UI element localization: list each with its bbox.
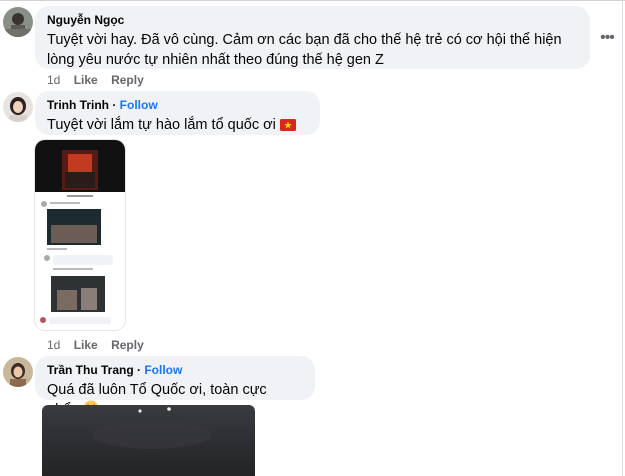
reply-button[interactable]: Reply — [111, 338, 144, 352]
avatar[interactable] — [3, 7, 33, 37]
like-button[interactable]: Like — [74, 73, 98, 87]
comment-bubble: Nguyễn Ngọc Tuyệt vời hay. Đã vô cùng. C… — [35, 6, 590, 69]
more-options-icon[interactable]: ••• — [599, 30, 615, 46]
comment-actions: 1d Like Reply — [47, 73, 154, 87]
vietnam-flag-icon — [279, 117, 296, 137]
comment-text: Tuyệt vời lắm tự hào lắm tổ quốc ơi — [47, 117, 276, 133]
comment-text: Tuyệt vời hay. Đã vô cùng. Cảm ơn các bạ… — [47, 32, 562, 68]
comment-author-line: Trinh Trinh · Follow — [47, 97, 308, 113]
comment-author[interactable]: Nguyễn Ngọc — [47, 12, 578, 28]
separator: · — [109, 98, 120, 112]
frame-right-border — [622, 0, 623, 476]
comment-author-line: Trần Thu Trang · Follow — [47, 362, 303, 378]
attached-video[interactable] — [42, 405, 255, 476]
comment-time[interactable]: 1d — [47, 338, 60, 352]
comment-actions: 1d Like Reply — [47, 338, 154, 352]
avatar[interactable] — [3, 92, 33, 122]
reply-button[interactable]: Reply — [111, 73, 144, 87]
frame-top-border — [0, 0, 625, 1]
avatar[interactable] — [3, 357, 33, 387]
separator: · — [133, 363, 145, 377]
attached-image[interactable] — [35, 140, 125, 330]
comment-bubble: Trinh Trinh · Follow Tuyệt vời lắm tự hà… — [35, 91, 320, 153]
comment-author[interactable]: Trần Thu Trang — [47, 363, 134, 377]
comment-bubble: Trần Thu Trang · Follow Quá đã luôn Tổ Q… — [35, 356, 315, 418]
follow-button[interactable]: Follow — [120, 98, 158, 112]
like-button[interactable]: Like — [74, 338, 98, 352]
comment-time[interactable]: 1d — [47, 73, 60, 87]
follow-button[interactable]: Follow — [144, 363, 182, 377]
comment-author[interactable]: Trinh Trinh — [47, 98, 109, 112]
